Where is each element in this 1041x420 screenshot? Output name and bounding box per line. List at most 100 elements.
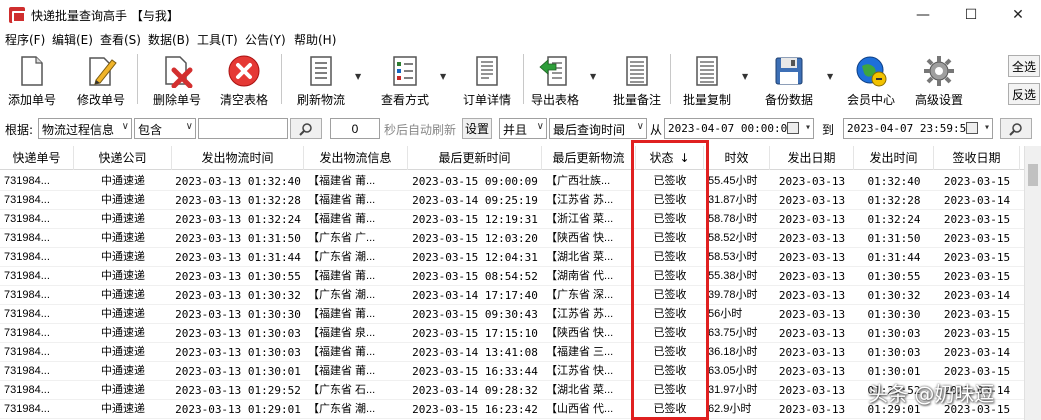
menu-tools[interactable]: 工具(T) bbox=[197, 31, 238, 48]
menu-data[interactable]: 数据(B) bbox=[148, 31, 190, 48]
menu-program[interactable]: 程序(F) bbox=[5, 31, 45, 48]
order-detail-button[interactable]: 订单详情 bbox=[458, 52, 516, 108]
cell-courier-company: 中通速递 bbox=[101, 175, 145, 187]
maximize-button[interactable]: ☐ bbox=[948, 0, 994, 30]
cell-dispatch-time: 2023-03-13 01:32:28 bbox=[175, 194, 301, 207]
chevron-down-icon[interactable]: ▼ bbox=[742, 72, 748, 81]
table-row[interactable]: 731984... 中通速递 2023-03-13 01:32:40 【福建省 莆..… bbox=[0, 172, 1024, 191]
member-center-button[interactable]: 会员中心 bbox=[842, 52, 900, 108]
cell-dispatch-time: 2023-03-13 01:31:50 bbox=[175, 232, 301, 245]
table-row[interactable]: 731984... 中通速递 2023-03-13 01:30:30 【福建省 莆..… bbox=[0, 305, 1024, 324]
cell-last-update-time: 2023-03-14 17:17:40 bbox=[412, 289, 538, 302]
clear-table-button[interactable]: 清空表格 bbox=[215, 52, 273, 108]
column-header-label: 发出物流信息 bbox=[319, 151, 392, 165]
cell-courier-company: 中通速递 bbox=[101, 251, 145, 263]
close-button[interactable]: ✕ bbox=[995, 0, 1041, 30]
table-row[interactable]: 731984... 中通速递 2023-03-13 01:30:32 【广东省 潮..… bbox=[0, 286, 1024, 305]
chevron-down-icon[interactable]: ▼ bbox=[827, 72, 833, 81]
filter-match-select[interactable]: 包含 ∨ bbox=[134, 118, 196, 139]
edit-number-button[interactable]: 修改单号 bbox=[74, 52, 128, 108]
chevron-down-icon[interactable]: ▼ bbox=[355, 72, 361, 81]
view-mode-button[interactable]: 查看方式 bbox=[376, 52, 434, 108]
column-header-last-update-info[interactable]: 最后更新物流 bbox=[542, 146, 636, 170]
cell-dispatch-date: 2023-03-13 bbox=[778, 403, 846, 416]
vertical-scrollbar[interactable] bbox=[1024, 146, 1041, 420]
advanced-settings-button[interactable]: 高级设置 bbox=[910, 52, 968, 108]
menu-edit[interactable]: 编辑(E) bbox=[52, 31, 93, 48]
table-row[interactable]: 731984... 中通速递 2023-03-13 01:31:44 【广东省 潮..… bbox=[0, 248, 1024, 267]
refresh-seconds-input[interactable] bbox=[330, 118, 380, 139]
menu-view[interactable]: 查看(S) bbox=[100, 31, 141, 48]
column-header-dispatch-info[interactable]: 发出物流信息 bbox=[304, 146, 408, 170]
cell-dispatch-info: 【广东省 潮... bbox=[308, 289, 376, 301]
to-date-picker[interactable]: 2023-04-07 23:59:59 ▾ bbox=[843, 118, 993, 139]
column-header-dispatch-date[interactable]: 发出日期 bbox=[770, 146, 854, 170]
cell-tracking-number: 731984... bbox=[4, 175, 50, 187]
table-row[interactable]: 731984... 中通速递 2023-03-13 01:31:50 【广东省 广..… bbox=[0, 229, 1024, 248]
column-header-status[interactable]: 状态 ↓ bbox=[636, 146, 704, 170]
cell-last-update-time: 2023-03-15 16:33:44 bbox=[412, 365, 538, 378]
cell-dispatch-info: 【广东省 潮... bbox=[308, 251, 376, 263]
table-row[interactable]: 731984... 中通速递 2023-03-13 01:30:03 【福建省 泉..… bbox=[0, 324, 1024, 343]
table-row[interactable]: 731984... 中通速递 2023-03-13 01:30:03 【福建省 莆..… bbox=[0, 343, 1024, 362]
cell-status: 已签收 bbox=[653, 213, 687, 225]
scrollbar-thumb[interactable] bbox=[1028, 164, 1038, 186]
search-button[interactable] bbox=[290, 118, 322, 139]
cell-dispatch-info: 【福建省 莆... bbox=[308, 365, 376, 377]
delete-number-button[interactable]: 删除单号 bbox=[148, 52, 206, 108]
column-header-duration[interactable]: 时效 bbox=[704, 146, 770, 170]
cell-tracking-number: 731984... bbox=[4, 308, 50, 320]
batch-copy-button[interactable]: 批量复制 bbox=[678, 52, 736, 108]
add-number-button[interactable]: 添加单号 bbox=[5, 52, 59, 108]
chevron-down-icon: ▾ bbox=[983, 122, 990, 133]
cell-duration: 55.38小时 bbox=[708, 270, 758, 282]
export-table-button[interactable]: 导出表格 bbox=[526, 52, 584, 108]
cell-last-update-info: 【福建省 三... bbox=[546, 346, 614, 358]
table-row[interactable]: 731984... 中通速递 2023-03-13 01:30:55 【福建省 莆..… bbox=[0, 267, 1024, 286]
logic-select[interactable]: 并且 ∨ bbox=[499, 118, 547, 139]
menu-bar: 程序(F) 编辑(E) 查看(S) 数据(B) 工具(T) 公告(Y) 帮助(H… bbox=[0, 30, 1041, 48]
export-arrow-icon bbox=[539, 56, 567, 86]
cell-last-update-info: 【江苏省 苏... bbox=[546, 194, 614, 206]
member-globe-icon bbox=[856, 56, 887, 87]
sort-arrow-icon: ↓ bbox=[679, 151, 690, 165]
column-header-dispatch-clock[interactable]: 发出时间 bbox=[854, 146, 934, 170]
filter-field-select[interactable]: 物流过程信息 ∨ bbox=[38, 118, 132, 139]
settings-button[interactable]: 设置 bbox=[462, 118, 492, 139]
cell-status: 已签收 bbox=[653, 308, 687, 320]
table-header: 快递单号 快递公司 发出物流时间 发出物流信息 最后更新时间 最后更新物流 状态 ↓ 时效 发出日… bbox=[0, 146, 1024, 170]
minimize-button[interactable]: — bbox=[900, 0, 946, 30]
date-search-button[interactable] bbox=[1000, 118, 1032, 139]
column-header-courier-company[interactable]: 快递公司 bbox=[74, 146, 172, 170]
cell-dispatch-clock: 01:30:55 bbox=[867, 270, 921, 283]
refresh-logistics-button[interactable]: 刷新物流 bbox=[292, 52, 350, 108]
column-header-label: 发出日期 bbox=[787, 151, 836, 165]
chevron-down-icon[interactable]: ▼ bbox=[440, 72, 446, 81]
column-header-dispatch-time[interactable]: 发出物流时间 bbox=[172, 146, 304, 170]
from-date-picker[interactable]: 2023-04-07 00:00:00 ▾ bbox=[664, 118, 814, 139]
clear-table-label: 清空表格 bbox=[219, 93, 268, 107]
column-header-label: 最后更新物流 bbox=[552, 151, 625, 165]
column-header-sign-date[interactable]: 签收日期 bbox=[934, 146, 1020, 170]
cell-dispatch-date: 2023-03-13 bbox=[778, 308, 846, 321]
chevron-down-icon[interactable]: ▼ bbox=[590, 72, 596, 81]
time-field-select[interactable]: 最后查询时间 ∨ bbox=[549, 118, 647, 139]
table-row[interactable]: 731984... 中通速递 2023-03-13 01:32:28 【福建省 莆..… bbox=[0, 191, 1024, 210]
toolbar-separator bbox=[281, 54, 282, 104]
cell-dispatch-info: 【广东省 石... bbox=[308, 384, 376, 396]
select-all-button[interactable]: 全选 bbox=[1008, 55, 1040, 77]
floppy-disk-icon bbox=[775, 57, 803, 85]
cell-last-update-info: 【浙江省 菜... bbox=[546, 213, 614, 225]
cell-last-update-info: 【广东省 深... bbox=[546, 289, 614, 301]
batch-note-button[interactable]: 批量备注 bbox=[608, 52, 666, 108]
keyword-input[interactable] bbox=[198, 118, 288, 139]
column-header-last-update-time[interactable]: 最后更新时间 bbox=[408, 146, 542, 170]
table-row[interactable]: 731984... 中通速递 2023-03-13 01:32:24 【福建省 莆..… bbox=[0, 210, 1024, 229]
column-header-tracking-number[interactable]: 快递单号 bbox=[0, 146, 74, 170]
menu-notice[interactable]: 公告(Y) bbox=[245, 31, 286, 48]
cell-dispatch-info: 【广东省 潮... bbox=[308, 403, 376, 415]
cell-status: 已签收 bbox=[653, 194, 687, 206]
menu-help[interactable]: 帮助(H) bbox=[294, 31, 336, 48]
backup-data-button[interactable]: 备份数据 bbox=[760, 52, 818, 108]
invert-select-button[interactable]: 反选 bbox=[1008, 83, 1040, 105]
